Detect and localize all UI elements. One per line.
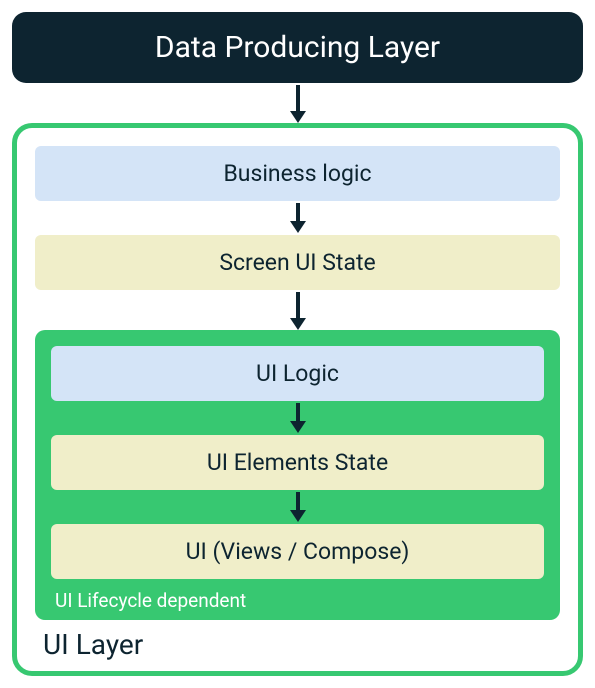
data-producing-layer-label: Data Producing Layer (155, 30, 440, 65)
ui-elements-state-box: UI Elements State (51, 435, 544, 490)
arrow-down-icon (35, 203, 560, 233)
ui-lifecycle-dependent-label: UI Lifecycle dependent (55, 589, 544, 612)
business-logic-label: Business logic (223, 160, 371, 187)
arrow-down-icon (51, 403, 544, 433)
data-producing-layer-box: Data Producing Layer (12, 12, 583, 83)
ui-logic-label: UI Logic (256, 360, 339, 387)
ui-views-compose-box: UI (Views / Compose) (51, 524, 544, 579)
screen-ui-state-box: Screen UI State (35, 235, 560, 290)
arrow-down-icon (35, 292, 560, 330)
ui-layer-container: Business logic Screen UI State UI Logic … (12, 123, 583, 676)
arrow-down-icon (12, 85, 583, 123)
ui-views-compose-label: UI (Views / Compose) (186, 538, 410, 565)
screen-ui-state-label: Screen UI State (219, 249, 375, 276)
ui-logic-box: UI Logic (51, 346, 544, 401)
ui-lifecycle-container: UI Logic UI Elements State UI (Views / C… (35, 330, 560, 620)
ui-elements-state-label: UI Elements State (207, 449, 388, 476)
business-logic-box: Business logic (35, 146, 560, 201)
arrow-down-icon (51, 492, 544, 522)
ui-layer-label: UI Layer (43, 628, 560, 661)
